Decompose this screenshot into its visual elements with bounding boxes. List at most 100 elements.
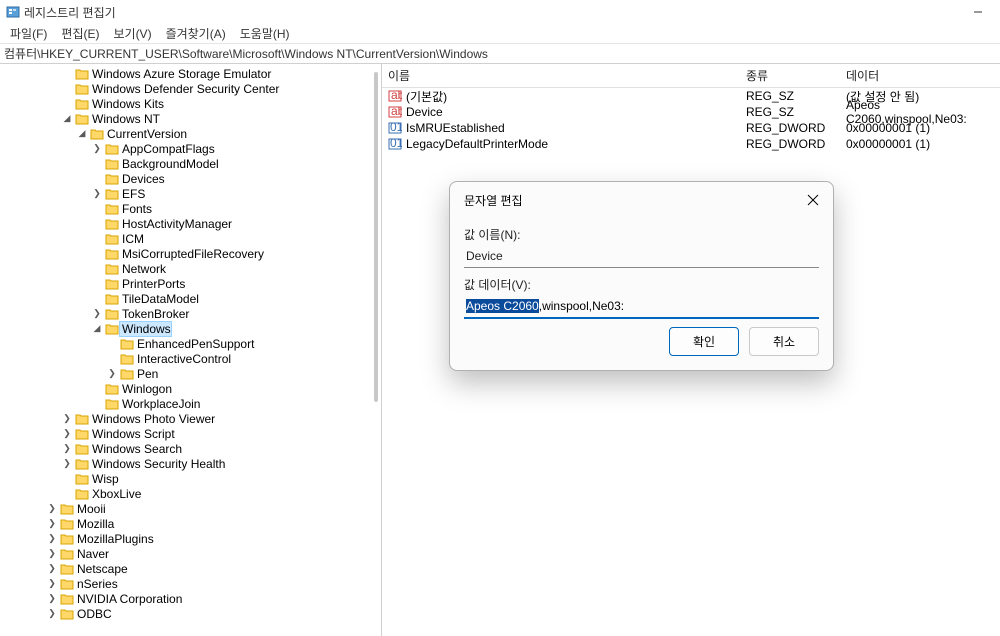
tree-item-label: AppCompatFlags (120, 142, 215, 156)
tree-item[interactable]: ◢Windows NT (0, 111, 381, 126)
tree-item-label: CurrentVersion (105, 127, 187, 141)
tree-item[interactable]: ❯Windows Photo Viewer (0, 411, 381, 426)
col-type[interactable]: 종류 (740, 64, 840, 87)
folder-icon (59, 532, 75, 546)
tree-item[interactable]: ❯Pen (0, 366, 381, 381)
menu-file[interactable]: 파일(F) (4, 23, 53, 44)
tree-item-label: TokenBroker (120, 307, 189, 321)
tree-item[interactable]: ICM (0, 231, 381, 246)
tree-pane[interactable]: Windows Azure Storage EmulatorWindows De… (0, 64, 382, 636)
tree-item[interactable]: HostActivityManager (0, 216, 381, 231)
tree-item[interactable]: ❯NVIDIA Corporation (0, 591, 381, 606)
value-type: REG_DWORD (740, 121, 840, 135)
tree-item[interactable]: Windows Azure Storage Emulator (0, 66, 381, 81)
chevron-down-icon[interactable]: ◢ (75, 128, 89, 139)
tree-item[interactable]: Winlogon (0, 381, 381, 396)
tree-item[interactable]: ❯MozillaPlugins (0, 531, 381, 546)
col-data[interactable]: 데이터 (840, 64, 1000, 87)
chevron-right-icon[interactable]: ❯ (60, 413, 74, 424)
chevron-right-icon[interactable]: ❯ (45, 548, 59, 559)
address-bar[interactable]: 컴퓨터\HKEY_CURRENT_USER\Software\Microsoft… (0, 44, 1000, 64)
tree-item[interactable]: PrinterPorts (0, 276, 381, 291)
tree-item[interactable]: Windows Defender Security Center (0, 81, 381, 96)
folder-icon (104, 397, 120, 411)
binary-value-icon: 011 (388, 137, 402, 151)
menu-view[interactable]: 보기(V) (107, 23, 157, 44)
minimize-button[interactable] (956, 0, 1000, 24)
value-row[interactable]: 011IsMRUEstablishedREG_DWORD0x00000001 (… (382, 120, 1000, 136)
value-row[interactable]: 011LegacyDefaultPrinterModeREG_DWORD0x00… (382, 136, 1000, 152)
chevron-down-icon[interactable]: ◢ (60, 113, 74, 124)
tree-item[interactable]: ❯Mooii (0, 501, 381, 516)
chevron-right-icon[interactable]: ❯ (60, 428, 74, 439)
menu-help[interactable]: 도움말(H) (234, 23, 296, 44)
chevron-right-icon[interactable]: ❯ (45, 608, 59, 619)
tree-item[interactable]: MsiCorruptedFileRecovery (0, 246, 381, 261)
tree-item[interactable]: InteractiveControl (0, 351, 381, 366)
value-type: REG_DWORD (740, 137, 840, 151)
folder-icon (104, 247, 120, 261)
chevron-right-icon[interactable]: ❯ (45, 518, 59, 529)
menu-edit[interactable]: 편집(E) (55, 23, 105, 44)
folder-icon (104, 262, 120, 276)
tree-item[interactable]: WorkplaceJoin (0, 396, 381, 411)
tree-item[interactable]: ❯Windows Security Health (0, 456, 381, 471)
tree-item-label: Naver (75, 547, 109, 561)
chevron-right-icon[interactable]: ❯ (45, 533, 59, 544)
tree-item-label: EnhancedPenSupport (135, 337, 254, 351)
tree-item[interactable]: XboxLive (0, 486, 381, 501)
tree-item[interactable]: ❯ AppCompatFlags (0, 141, 381, 156)
value-data: 0x00000001 (1) (840, 121, 1000, 135)
chevron-right-icon[interactable]: ❯ (60, 443, 74, 454)
tree-item[interactable]: Fonts (0, 201, 381, 216)
chevron-right-icon[interactable]: ❯ (45, 578, 59, 589)
tree-item-label: BackgroundModel (120, 157, 219, 171)
app-icon (6, 5, 20, 19)
tree-item[interactable]: ❯Windows Script (0, 426, 381, 441)
chevron-right-icon[interactable]: ❯ (45, 563, 59, 574)
tree-item[interactable]: ❯Windows Search (0, 441, 381, 456)
tree-item[interactable]: ❯Netscape (0, 561, 381, 576)
chevron-right-icon[interactable]: ❯ (105, 368, 119, 379)
tree-item[interactable]: Wisp (0, 471, 381, 486)
tree-item[interactable]: EnhancedPenSupport (0, 336, 381, 351)
tree-item[interactable]: ❯ TokenBroker (0, 306, 381, 321)
tree-item[interactable]: TileDataModel (0, 291, 381, 306)
folder-icon (59, 562, 75, 576)
tree-item[interactable]: ◢ CurrentVersion (0, 126, 381, 141)
folder-icon (119, 337, 135, 351)
tree-item[interactable]: ❯EFS (0, 186, 381, 201)
tree-item[interactable]: ❯nSeries (0, 576, 381, 591)
chevron-right-icon[interactable]: ❯ (60, 458, 74, 469)
menu-favorites[interactable]: 즐겨찾기(A) (160, 23, 232, 44)
string-value-icon: ab (388, 105, 402, 119)
tree-item[interactable]: Devices (0, 171, 381, 186)
values-pane[interactable]: 이름 종류 데이터 ab(기본값)REG_SZ(값 설정 안 됨)abDevic… (382, 64, 1000, 636)
chevron-right-icon[interactable]: ❯ (90, 143, 104, 154)
tree-item-label: PrinterPorts (120, 277, 185, 291)
folder-icon (74, 112, 90, 126)
folder-icon (104, 187, 120, 201)
tree-item[interactable]: ❯ Naver (0, 546, 381, 561)
folder-icon (104, 157, 120, 171)
tree-item-label: Winlogon (120, 382, 172, 396)
folder-icon (74, 487, 90, 501)
tree-item[interactable]: ❯ ODBC (0, 606, 381, 621)
tree-item[interactable]: BackgroundModel (0, 156, 381, 171)
chevron-down-icon[interactable]: ◢ (90, 323, 104, 334)
chevron-right-icon[interactable]: ❯ (90, 188, 104, 199)
tree-item-label: Windows Kits (90, 97, 164, 111)
scrollbar-thumb[interactable] (374, 72, 378, 402)
titlebar: 레지스트리 편집기 (0, 0, 1000, 24)
col-name[interactable]: 이름 (382, 64, 740, 87)
tree-item[interactable]: Windows Kits (0, 96, 381, 111)
chevron-right-icon[interactable]: ❯ (45, 593, 59, 604)
chevron-right-icon[interactable]: ❯ (90, 308, 104, 319)
chevron-right-icon[interactable]: ❯ (45, 503, 59, 514)
tree-item[interactable]: ◢Windows (0, 321, 381, 336)
value-row[interactable]: abDeviceREG_SZApeos C2060,winspool,Ne03: (382, 104, 1000, 120)
tree-item[interactable]: ❯Mozilla (0, 516, 381, 531)
tree-item[interactable]: Network (0, 261, 381, 276)
tree-item-label: TileDataModel (120, 292, 199, 306)
tree-item-label: ODBC (75, 607, 112, 621)
